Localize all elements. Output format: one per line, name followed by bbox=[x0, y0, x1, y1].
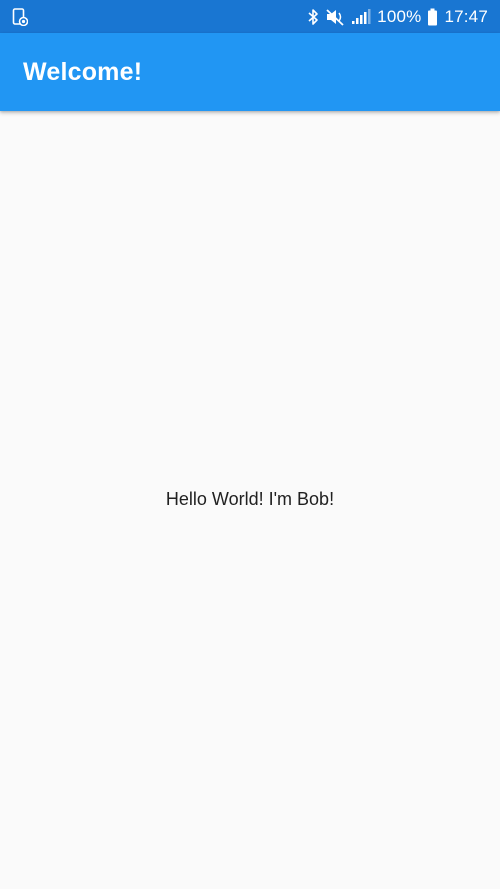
bluetooth-icon bbox=[307, 8, 319, 26]
signal-icon bbox=[351, 8, 371, 26]
main-content: Hello World! I'm Bob! bbox=[0, 111, 500, 889]
battery-icon bbox=[427, 8, 438, 26]
status-time: 17:47 bbox=[444, 6, 488, 26]
status-bar: 100% 17:47 bbox=[0, 0, 500, 33]
mute-icon bbox=[325, 8, 345, 26]
app-bar: Welcome! bbox=[0, 33, 500, 111]
battery-percent: 100% bbox=[377, 6, 422, 26]
app-screen: 100% 17:47 Welcome! Hello World! I'm Bob… bbox=[0, 0, 500, 889]
app-bar-title: Welcome! bbox=[23, 57, 143, 86]
screen-record-icon bbox=[12, 7, 28, 26]
greeting-text: Hello World! I'm Bob! bbox=[165, 489, 335, 509]
